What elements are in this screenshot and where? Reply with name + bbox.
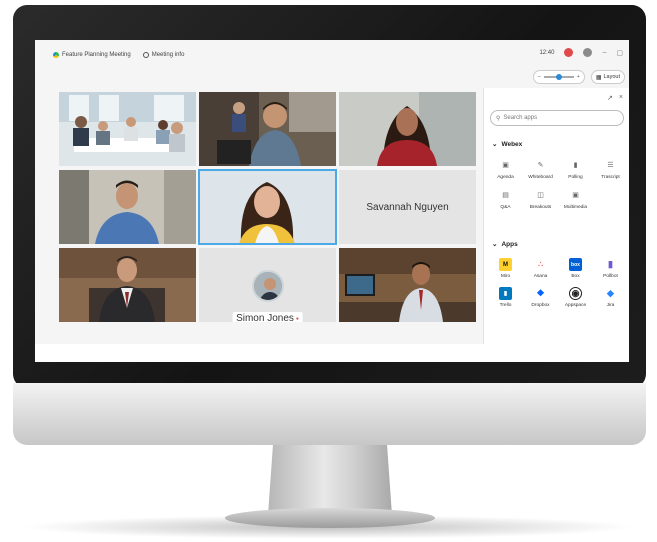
layout-button[interactable]: ▦ Layout: [590, 70, 625, 84]
app-agenda[interactable]: ▣ Agenda: [488, 158, 523, 180]
pencil-icon: ✎: [537, 162, 544, 169]
monitor-stand-base: [225, 508, 435, 528]
video-tile-avatar[interactable]: Simon Jones ●: [199, 248, 336, 322]
section-apps-header[interactable]: ⌄ Apps: [492, 240, 518, 249]
chevron-down-icon: ⌄: [492, 241, 498, 248]
participant-name: Savannah Nguyen: [366, 201, 449, 213]
app-qa[interactable]: ▤ Q&A: [488, 188, 523, 210]
section-webex-header[interactable]: ⌄ Webex: [492, 140, 522, 149]
trello-icon: ▮: [499, 287, 512, 300]
meeting-info-button[interactable]: Meeting info: [142, 52, 184, 58]
status-icon[interactable]: [583, 48, 593, 57]
video-tile-man-blue-shirt[interactable]: [59, 170, 196, 244]
breakouts-icon: ◫: [537, 192, 544, 199]
meeting-window: Feature Planning Meeting Meeting info 12…: [35, 40, 629, 362]
jira-icon: ◆: [604, 287, 617, 300]
app-dropbox[interactable]: ❖ Dropbox: [523, 287, 558, 308]
woman-red-jacket-video: [339, 92, 476, 166]
app-asana[interactable]: ∴ Asana: [523, 258, 558, 279]
webex-apps-grid: ▣ Agenda ✎ Whiteboard ▮ Polling ☰ Trascr…: [488, 158, 628, 210]
zoom-out-icon[interactable]: –: [538, 74, 541, 80]
group-meeting-video: [59, 92, 196, 166]
zoom-in-icon[interactable]: +: [577, 74, 580, 80]
app-polling[interactable]: ▮ Polling: [558, 158, 593, 180]
chevron-down-icon: ⌄: [492, 141, 498, 148]
maximize-button[interactable]: ▢: [616, 49, 623, 57]
man-in-office-video: [339, 248, 476, 322]
active-speaker-video: [199, 170, 336, 244]
man-blue-shirt-video: [59, 170, 196, 244]
box-icon: box: [569, 258, 582, 271]
app-pollbot[interactable]: ▮ Pollbot: [593, 258, 628, 279]
app-appspace[interactable]: ◉ Appspace: [558, 287, 593, 308]
close-icon[interactable]: ×: [619, 94, 623, 102]
video-tile-group[interactable]: [59, 92, 196, 166]
app-multimedia[interactable]: ▣ Multimedia: [558, 188, 593, 210]
view-toolbar: – + ▦ Layout: [532, 70, 625, 84]
third-party-apps-grid: M Miro ∴ Asana box Box ▮ Pollbot ▮ Trell…: [488, 258, 628, 308]
app-miro[interactable]: M Miro: [488, 258, 523, 279]
video-tile-name-only[interactable]: Savannah Nguyen: [339, 170, 476, 244]
video-tile-man-laptop[interactable]: [199, 92, 336, 166]
miro-icon: M: [499, 258, 512, 271]
dropbox-icon: ❖: [534, 287, 547, 300]
zoom-slider[interactable]: – +: [532, 70, 585, 84]
app-jira[interactable]: ◆ Jira: [593, 287, 628, 308]
app-transcript[interactable]: ☰ Trascript: [593, 158, 628, 180]
transcript-icon: ☰: [607, 162, 614, 169]
qa-icon: ▤: [502, 192, 509, 199]
monitor-chin: [13, 383, 646, 445]
avatar: [251, 270, 284, 302]
man-with-laptop-video: [199, 92, 336, 166]
grid-icon: ▦: [595, 74, 602, 81]
minimize-button[interactable]: –: [602, 49, 606, 56]
search-apps-input[interactable]: ⚲ Search apps: [490, 110, 624, 126]
video-tile-man-office[interactable]: [339, 248, 476, 322]
title-bar: Feature Planning Meeting Meeting info 12…: [35, 40, 629, 70]
multimedia-icon: ▣: [572, 192, 579, 199]
video-tile-woman-red[interactable]: [339, 92, 476, 166]
app-breakouts[interactable]: ◫ Breakouts: [523, 188, 558, 210]
asana-icon: ∴: [534, 258, 547, 271]
app-whiteboard[interactable]: ✎ Whiteboard: [523, 158, 558, 180]
avatar-photo: [253, 272, 282, 300]
pollbot-icon: ▮: [604, 258, 617, 271]
video-tile-active-speaker[interactable]: [198, 169, 337, 245]
muted-mic-icon: ●: [295, 315, 299, 322]
webex-logo-icon: [53, 52, 59, 58]
apps-panel: ↗ × ⚲ Search apps ⌄ Webex ▣ Agenda ✎ Whi…: [483, 88, 629, 344]
bar-chart-icon: ▮: [573, 162, 578, 169]
man-in-suit-video: [59, 248, 196, 322]
popout-icon[interactable]: ↗: [607, 94, 613, 102]
clock-time: 12:40: [539, 49, 555, 56]
zoom-track[interactable]: [543, 74, 574, 80]
participant-name-label: Simon Jones ●: [232, 312, 303, 322]
leave-meeting-icon[interactable]: [564, 48, 574, 57]
info-icon: [142, 52, 149, 58]
zoom-thumb[interactable]: [555, 74, 562, 80]
app-box[interactable]: box Box: [558, 258, 593, 279]
video-tile-man-suit[interactable]: [59, 248, 196, 322]
appspace-icon: ◉: [569, 287, 582, 300]
screen-bottom-strip: [35, 344, 629, 362]
monitor-stand: [268, 445, 392, 515]
meeting-title[interactable]: Feature Planning Meeting: [53, 52, 131, 58]
search-icon: ⚲: [496, 115, 501, 122]
agenda-icon: ▣: [502, 162, 509, 169]
app-trello[interactable]: ▮ Trello: [488, 287, 523, 308]
